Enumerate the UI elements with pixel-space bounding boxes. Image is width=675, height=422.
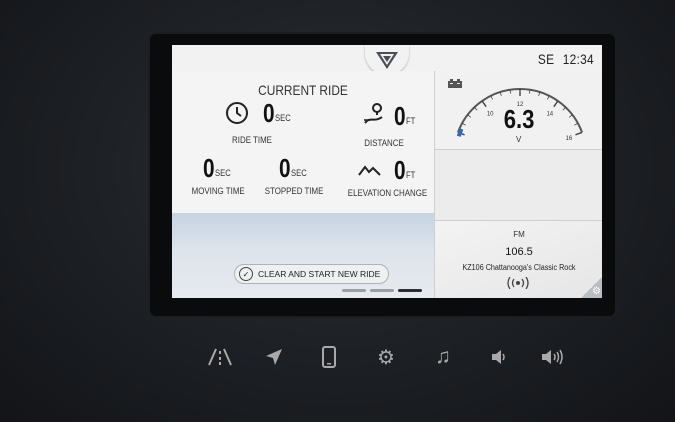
elevation-change-label: ELEVATION CHANGE — [347, 188, 428, 198]
moving-time-stat: 0 SEC — [203, 153, 234, 183]
page-dot[interactable] — [342, 289, 366, 292]
current-ride-panel[interactable]: CURRENT RIDE 0 SEC RIDE TIME 0 FT DISTAN… — [172, 71, 434, 213]
radio-frequency: 106.5 — [505, 246, 533, 258]
gauge-tick — [575, 131, 583, 136]
clock: SE 12:34 — [538, 51, 594, 67]
hw-button-phone[interactable] — [315, 345, 343, 369]
distance-value: 0 — [394, 101, 406, 131]
hw-button-navigation[interactable] — [203, 345, 237, 369]
status-bar: SE 12:34 — [172, 45, 602, 75]
moving-time-value: 0 — [203, 153, 215, 183]
volume-up-icon — [542, 349, 563, 365]
stopped-time-value: 0 — [279, 153, 291, 183]
hw-button-music[interactable]: ♫ — [429, 345, 457, 369]
moving-time-unit: SEC — [215, 168, 232, 178]
distance-unit: FT — [406, 116, 416, 126]
clock-icon — [226, 102, 248, 124]
page-dot[interactable] — [370, 289, 394, 292]
distance-pin-icon — [364, 103, 383, 124]
ride-time-label: RIDE TIME — [232, 135, 272, 145]
hw-button-settings[interactable]: ⚙ — [372, 345, 400, 369]
elevation-change-unit: FT — [406, 170, 416, 180]
compass-heading: SE — [538, 51, 555, 67]
voltage-value: 6.3 — [503, 104, 535, 134]
radio-station-name: KZ106 Chattanooga's Classic Rock — [462, 263, 576, 272]
ride-time-value: 0 — [263, 98, 275, 128]
gauge-tick — [467, 114, 472, 118]
stopped-time-stat: 0 SEC — [279, 153, 310, 183]
stopped-time-label: STOPPED TIME — [264, 186, 324, 196]
time-display: 12:34 — [562, 51, 594, 67]
broadcast-signal-icon — [507, 277, 529, 289]
page-dot-active[interactable] — [398, 289, 422, 292]
gauge-tick — [562, 107, 566, 111]
stopped-time-unit: SEC — [291, 168, 308, 178]
navigation-road-icon — [208, 348, 232, 366]
hw-button-volume-down[interactable] — [486, 345, 512, 369]
ride-time-stat: 0 SEC — [263, 98, 294, 128]
gauge-tick — [481, 100, 487, 108]
moving-time-label: MOVING TIME — [191, 186, 245, 196]
clear-button-label: CLEAR AND START NEW RIDE — [258, 269, 381, 279]
gauge-tick — [474, 107, 478, 111]
gauge-tick-label: 10 — [487, 111, 494, 117]
ride-controls-area: ✓ CLEAR AND START NEW RIDE — [172, 213, 434, 298]
brand-logo-icon — [376, 52, 398, 69]
radio-band: FM — [513, 230, 525, 239]
page-title: CURRENT RIDE — [258, 82, 348, 98]
elevation-mountain-icon — [358, 165, 381, 176]
gauge-tick-label: 16 — [566, 136, 573, 142]
hw-button-volume-up[interactable] — [537, 345, 571, 369]
hw-button-location[interactable] — [260, 345, 288, 369]
clear-and-start-new-ride-button[interactable]: ✓ CLEAR AND START NEW RIDE — [234, 264, 390, 284]
gauge-tick-label: 14 — [546, 111, 553, 117]
elevation-change-stat: 0 FT — [394, 155, 417, 185]
radio-widget[interactable]: FM 106.5 KZ106 Chattanooga's Classic Roc… — [435, 221, 602, 298]
gear-icon: ⚙ — [592, 286, 601, 297]
settings-gear-icon: ⚙ — [377, 346, 395, 369]
check-circle-icon: ✓ — [239, 267, 253, 281]
voltmeter-widget[interactable]: 10 12 14 16 6.3 V — [435, 71, 602, 150]
infotainment-screen: SE 12:34 CURRENT RIDE 0 SEC RIDE TIME 0 F… — [172, 45, 602, 298]
ride-time-unit: SEC — [275, 113, 292, 123]
page-indicator[interactable] — [342, 289, 422, 292]
voltage-unit: V — [516, 135, 522, 144]
distance-stat: 0 FT — [394, 101, 417, 131]
music-note-icon: ♫ — [435, 345, 451, 368]
widget-settings-button[interactable]: ⚙ — [581, 276, 602, 298]
gauge-tick — [553, 100, 559, 108]
gauge-tick — [568, 114, 573, 118]
distance-label: DISTANCE — [364, 138, 404, 148]
volume-down-icon — [492, 350, 505, 364]
phone-icon — [322, 346, 336, 368]
empty-widget-slot[interactable] — [435, 150, 602, 221]
right-widget-column: 10 12 14 16 6.3 V FM 106.5 KZ106 Chattanoog… — [434, 71, 602, 298]
elevation-change-value: 0 — [394, 155, 406, 185]
location-arrow-icon — [266, 349, 282, 365]
gauge-value-fill — [456, 128, 464, 137]
